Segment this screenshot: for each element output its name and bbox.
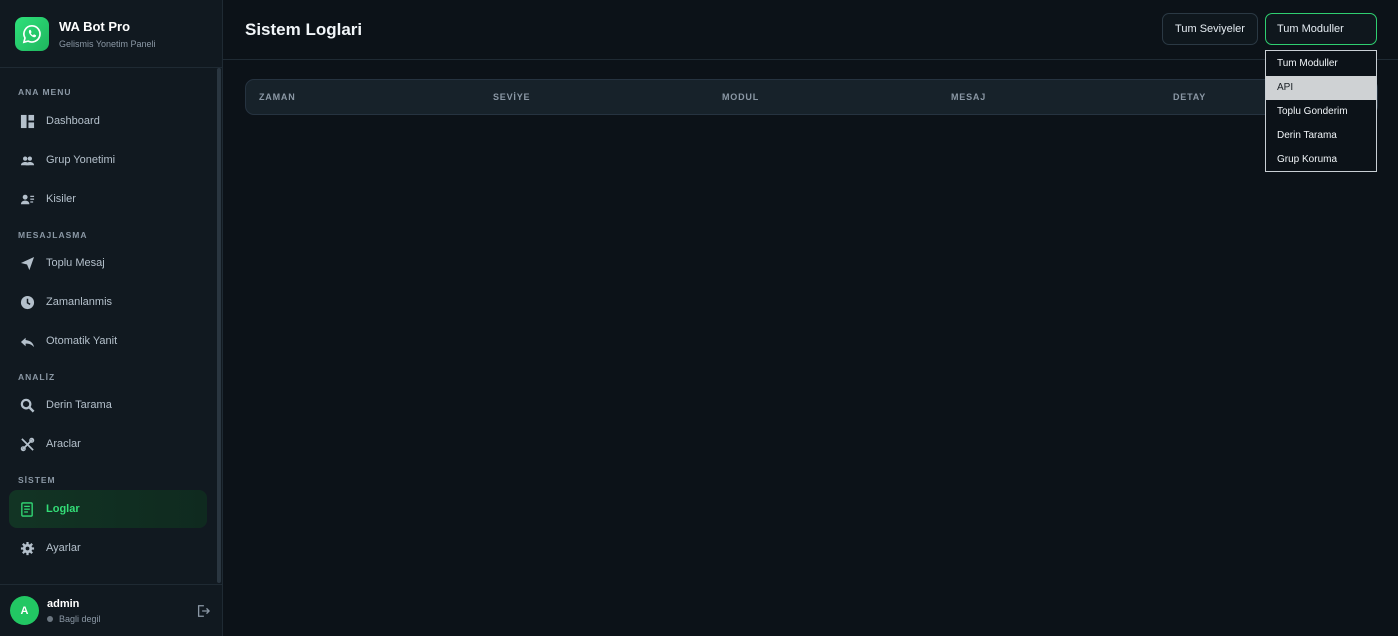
column-header-modul: MODUL	[722, 92, 759, 102]
sidebar-item-label: Ayarlar	[46, 542, 81, 554]
send-icon	[19, 255, 35, 271]
tools-icon	[19, 436, 35, 452]
sidebar-item-otomatik-yanit[interactable]: Otomatik Yanit	[9, 322, 207, 360]
main-content: Sistem Loglari Tum Seviyeler Tum Modulle…	[223, 0, 1398, 636]
reply-icon	[19, 333, 35, 349]
dropdown-option-tum-moduller[interactable]: Tum Moduller	[1266, 52, 1376, 76]
sidebar-item-label: Zamanlanmis	[46, 296, 113, 308]
brand-title: WA Bot Pro	[59, 18, 131, 34]
sidebar-scrollbar[interactable]	[217, 68, 221, 583]
sidebar-item-ayarlar[interactable]: Ayarlar	[9, 529, 207, 567]
brand-subtitle: Gelismis Yonetim Paneli	[59, 38, 156, 49]
column-header-mesaj: MESAJ	[951, 92, 987, 102]
contacts-icon	[19, 191, 35, 207]
section-label-mesajlasma: MESAJLASMA	[18, 230, 88, 240]
brand: WA Bot Pro Gelismis Yonetim Paneli	[0, 0, 222, 68]
user-panel: A admin Bagli degil	[0, 584, 222, 636]
column-header-seviye: SEVİYE	[493, 92, 531, 102]
whatsapp-icon	[15, 16, 49, 51]
gear-icon	[19, 540, 35, 556]
dropdown-option-derin-tarama[interactable]: Derin Tarama	[1266, 124, 1376, 148]
sidebar-nav: ANA MENU Dashboard Grup Yonetimi Kisiler…	[0, 68, 222, 567]
sidebar-item-araclar[interactable]: Araclar	[9, 425, 207, 463]
clock-icon	[19, 294, 35, 310]
section-label-analiz: ANALİZ	[18, 372, 56, 382]
sidebar-item-dashboard[interactable]: Dashboard	[9, 102, 207, 140]
page-title: Sistem Loglari	[245, 19, 363, 39]
module-dropdown-list: Tum Moduller API Toplu Gonderim Derin Ta…	[1265, 50, 1377, 172]
sidebar-item-label: Grup Yonetimi	[46, 154, 116, 166]
sidebar-item-grup-yonetimi[interactable]: Grup Yonetimi	[9, 141, 207, 179]
sidebar-item-derin-tarama[interactable]: Derin Tarama	[9, 386, 207, 424]
user-name: admin	[47, 597, 80, 610]
group-icon	[19, 152, 35, 168]
sidebar-item-label: Loglar	[46, 503, 80, 515]
column-header-zaman: ZAMAN	[259, 92, 296, 102]
dropdown-option-toplu-gonderim[interactable]: Toplu Gonderim	[1266, 100, 1376, 124]
sidebar-item-zamanlanmis[interactable]: Zamanlanmis	[9, 283, 207, 321]
module-filter-select[interactable]: Tum Moduller	[1265, 13, 1377, 45]
section-label-ana-menu: ANA MENU	[18, 87, 72, 97]
sidebar-item-label: Otomatik Yanit	[46, 335, 118, 347]
avatar: A	[10, 596, 39, 625]
sidebar-item-kisiler[interactable]: Kisiler	[9, 180, 207, 218]
logs-table: ZAMAN SEVİYE MODUL MESAJ DETAY	[245, 79, 1378, 115]
logout-icon[interactable]	[196, 604, 211, 618]
sidebar-item-toplu-mesaj[interactable]: Toplu Mesaj	[9, 244, 207, 282]
dropdown-option-api[interactable]: API	[1266, 76, 1376, 100]
sidebar-item-label: Kisiler	[46, 193, 76, 205]
status-text: Bagli degil	[59, 613, 101, 624]
dashboard-icon	[19, 113, 35, 129]
section-label-sistem: SİSTEM	[18, 475, 56, 485]
column-header-detay: DETAY	[1173, 92, 1207, 102]
sidebar-item-label: Dashboard	[46, 115, 100, 127]
sidebar: WA Bot Pro Gelismis Yonetim Paneli ANA M…	[0, 0, 223, 636]
sidebar-item-label: Toplu Mesaj	[46, 257, 105, 269]
sidebar-item-label: Araclar	[46, 438, 81, 450]
level-filter-select[interactable]: Tum Seviyeler	[1162, 13, 1258, 45]
log-icon	[19, 501, 35, 517]
search-icon	[19, 397, 35, 413]
status-dot	[47, 615, 53, 622]
dropdown-option-grup-koruma[interactable]: Grup Koruma	[1266, 148, 1376, 172]
sidebar-item-label: Derin Tarama	[46, 399, 112, 411]
connection-status: Bagli degil	[47, 614, 101, 624]
sidebar-item-loglar[interactable]: Loglar	[9, 490, 207, 528]
